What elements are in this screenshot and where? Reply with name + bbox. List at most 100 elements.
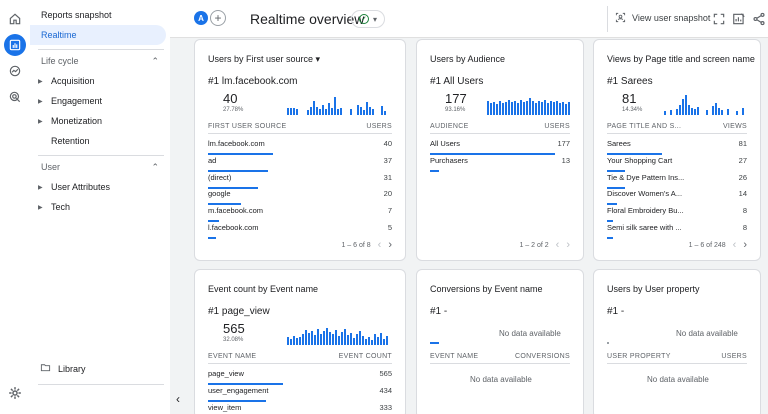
table-row[interactable]: Semi silk saree with ... 8 [607, 223, 747, 240]
column-header[interactable]: AUDIENCE [430, 123, 469, 130]
nav-item-acquisition[interactable]: ▶ Acquisition [38, 76, 95, 86]
table-row[interactable]: Sarees 81 [607, 139, 747, 156]
next-page-icon[interactable]: › [566, 239, 570, 251]
nav-item-engagement[interactable]: ▶ Engagement [38, 96, 102, 106]
user-snapshot-icon [615, 12, 626, 23]
row-value: 31 [383, 172, 392, 182]
card-title[interactable]: Users by Audience [430, 54, 505, 64]
next-page-icon[interactable]: › [743, 239, 747, 251]
nav-library[interactable]: Library [40, 362, 86, 375]
row-value: 177 [557, 139, 570, 148]
collapse-nav-icon[interactable]: ‹ [176, 392, 180, 406]
row-share-bar [208, 383, 283, 385]
column-header[interactable]: EVENT NAME [208, 353, 256, 360]
card-title[interactable]: Views by Page title and screen name [607, 54, 755, 64]
table-row[interactable]: (direct) 31 [208, 173, 392, 190]
row-label[interactable]: Semi silk saree with ... [607, 223, 682, 240]
row-share-bar [208, 220, 219, 223]
table-row[interactable]: Tie & Dye Pattern Ins... 26 [607, 173, 747, 190]
prev-page-icon[interactable]: ‹ [556, 239, 560, 251]
table-row[interactable]: m.facebook.com 7 [208, 206, 392, 223]
home-icon[interactable] [4, 8, 26, 30]
nav-reports-snapshot[interactable]: Reports snapshot [34, 5, 166, 25]
nav-section-user[interactable]: User ⌃ [41, 162, 159, 173]
top-item-label: #1 - [430, 306, 448, 317]
nav-item-monetization[interactable]: ▶ Monetization [38, 116, 102, 126]
add-comparison-button[interactable]: + [210, 10, 226, 26]
row-value: 14 [738, 189, 747, 199]
row-share-bar [607, 237, 613, 239]
caret-right-icon: ▶ [38, 98, 43, 105]
column-header[interactable]: USER PROPERTY [607, 353, 671, 360]
share-icon[interactable] [752, 12, 766, 26]
card-title[interactable]: Event count by Event name [208, 284, 318, 294]
table-row[interactable]: Floral Embroidery Bu... 8 [607, 206, 747, 223]
dropdown-arrow-icon: ▾ [372, 14, 377, 24]
table-header: USER PROPERTY USERS [607, 353, 747, 364]
table-row[interactable]: page_view 565 [208, 369, 392, 386]
column-header[interactable]: USERS [721, 353, 747, 360]
nav-realtime[interactable]: Realtime [30, 25, 166, 45]
card-title[interactable]: Conversions by Event name [430, 284, 543, 294]
row-label[interactable]: view_item [208, 403, 241, 414]
explore-icon[interactable] [4, 60, 26, 82]
table-row[interactable]: ad 37 [208, 156, 392, 173]
reports-icon[interactable] [4, 34, 26, 56]
nav-section-lifecycle[interactable]: Life cycle ⌃ [41, 56, 159, 67]
table-row[interactable]: Discover Women's A... 14 [607, 189, 747, 206]
row-label[interactable]: Floral Embroidery Bu... [607, 206, 684, 223]
card-users-by-property: Users by User property #1 - No data avai… [593, 269, 761, 414]
header-divider [607, 6, 608, 32]
view-user-snapshot-button[interactable]: View user snapshot [615, 12, 710, 23]
next-page-icon[interactable]: › [388, 239, 392, 251]
table-row[interactable]: view_item 333 [208, 403, 392, 414]
top-item-percent: 32.08% [223, 337, 244, 343]
column-header[interactable]: EVENT COUNT [339, 353, 392, 360]
card-conversions: Conversions by Event name #1 - No data a… [416, 269, 584, 414]
table-row[interactable]: All Users 177 [430, 139, 570, 156]
column-header[interactable]: PAGE TITLE AND S... [607, 123, 681, 130]
card-title[interactable]: Users by User property [607, 284, 700, 294]
row-share-bar [607, 169, 625, 172]
page-range: 1 – 6 of 8 [341, 241, 371, 249]
column-header[interactable]: EVENT NAME [430, 353, 478, 360]
status-dropdown[interactable]: ✓ ▾ [351, 10, 385, 28]
column-header[interactable]: USERS [544, 123, 570, 130]
column-header[interactable]: USERS [366, 123, 392, 130]
nav-item-user-attributes[interactable]: ▶ User Attributes [38, 182, 110, 192]
row-share-bar [208, 169, 268, 172]
card-title[interactable]: Users by First user source ▾ [208, 54, 320, 65]
table-row[interactable]: Your Shopping Cart 27 [607, 156, 747, 173]
prev-page-icon[interactable]: ‹ [378, 239, 382, 251]
column-header[interactable]: VIEWS [723, 123, 747, 130]
table-row[interactable]: Purchasers 13 [430, 156, 570, 173]
no-data-message: No data available [647, 375, 709, 384]
caret-right-icon: ▶ [38, 204, 43, 211]
column-header[interactable]: FIRST USER SOURCE [208, 123, 286, 130]
table-row[interactable]: l.facebook.com 5 [208, 223, 392, 240]
row-value: 37 [383, 155, 392, 165]
table-row[interactable]: google 20 [208, 189, 392, 206]
comparison-avatar[interactable]: A [194, 11, 208, 25]
table-row[interactable]: user_engagement 434 [208, 386, 392, 403]
fullscreen-icon[interactable] [712, 12, 726, 26]
row-value: 8 [742, 206, 747, 216]
card-event-count: Event count by Event name #1 page_view 5… [194, 269, 406, 414]
nav-item-retention[interactable]: Retention [38, 136, 90, 146]
column-header[interactable]: CONVERSIONS [515, 353, 570, 360]
nav-item-tech[interactable]: ▶ Tech [38, 202, 70, 212]
customize-report-icon[interactable] [732, 12, 746, 26]
advertising-icon[interactable] [4, 86, 26, 108]
row-label[interactable]: Discover Women's A... [607, 189, 682, 206]
row-value: 27 [738, 155, 747, 165]
no-data-message: No data available [676, 329, 738, 338]
settings-gear-icon[interactable] [8, 386, 22, 400]
left-rail [0, 0, 30, 414]
row-value: 565 [379, 369, 392, 378]
prev-page-icon[interactable]: ‹ [733, 239, 737, 251]
top-item-label: #1 page_view [208, 306, 270, 317]
placeholder-dot [607, 342, 609, 344]
folder-icon [40, 362, 51, 375]
top-item-value: 565 [223, 321, 245, 336]
table-row[interactable]: lm.facebook.com 40 [208, 139, 392, 156]
